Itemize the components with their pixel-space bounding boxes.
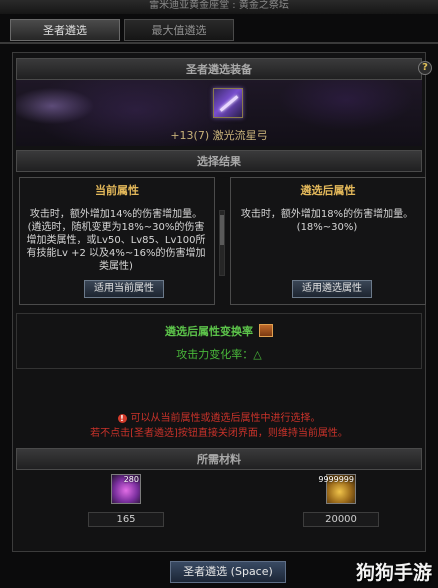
warning-icon: !	[117, 414, 127, 423]
notice-text-1: 可以从当前属性或遴选后属性中进行选择。	[130, 413, 321, 424]
apply-new-button[interactable]: 适用遴选属性	[292, 280, 372, 298]
new-attribute-text: 攻击时，额外增加18%的伤害增加量。(18%~30%)	[240, 209, 414, 233]
conversion-title-row: 遴选后属性变换率	[17, 323, 421, 339]
material-value-2: 20000	[303, 512, 379, 527]
selection-result-header: 选择结果	[16, 150, 422, 172]
gold-icon[interactable]: 9999999	[318, 474, 356, 504]
tab-saint-selection[interactable]: 圣者遴选	[10, 19, 120, 41]
material-count-1: 280	[123, 475, 139, 484]
conversion-box: 遴选后属性变换率 攻击力变化率：△	[16, 313, 422, 369]
apply-current-button[interactable]: 适用当前属性	[84, 280, 164, 298]
tab-bar: 圣者遴选 最大值遴选	[10, 19, 234, 41]
current-attribute-text: 攻击时，额外增加14%的伤害增加量。(遴选时，随机变更为18%~30%的伤害增加…	[26, 209, 206, 272]
notice-line-2: 若不点击[圣者遴选]按钮直接关闭界面，则维持当前属性。	[90, 428, 348, 439]
scroll-thumb[interactable]	[220, 215, 224, 245]
help-icon[interactable]: ?	[418, 61, 432, 75]
book-icon[interactable]	[259, 324, 273, 337]
tab-divider	[0, 42, 438, 44]
notice-line-1: ! 可以从当前属性或遴选后属性中进行选择。	[16, 409, 422, 424]
current-attribute-scrollbar[interactable]	[219, 210, 225, 276]
equipment-header: 圣者遴选装备	[16, 58, 422, 80]
materials-header: 所需材料	[16, 448, 422, 470]
current-attribute-title: 当前属性	[95, 184, 139, 197]
material-count-2: 9999999	[318, 475, 354, 484]
material-value-1: 165	[88, 512, 164, 527]
saint-selection-button[interactable]: 圣者遴选 (Space)	[170, 561, 286, 583]
conversion-title: 遴选后属性变换率	[165, 325, 253, 338]
watermark: 狗狗手游	[355, 562, 432, 584]
equipment-name: +13(7) 激光流星弓	[170, 129, 268, 142]
crystal-icon[interactable]: 280	[111, 474, 141, 504]
attack-change-label: 攻击力变化率：△	[176, 348, 262, 361]
bow-icon[interactable]	[213, 88, 243, 118]
new-attribute-title: 遴选后属性	[300, 184, 356, 197]
window-title: 雷米迪亚黄金座堂 : 黄金之祭坛	[0, 0, 438, 14]
tab-max-selection[interactable]: 最大值遴选	[124, 19, 234, 41]
